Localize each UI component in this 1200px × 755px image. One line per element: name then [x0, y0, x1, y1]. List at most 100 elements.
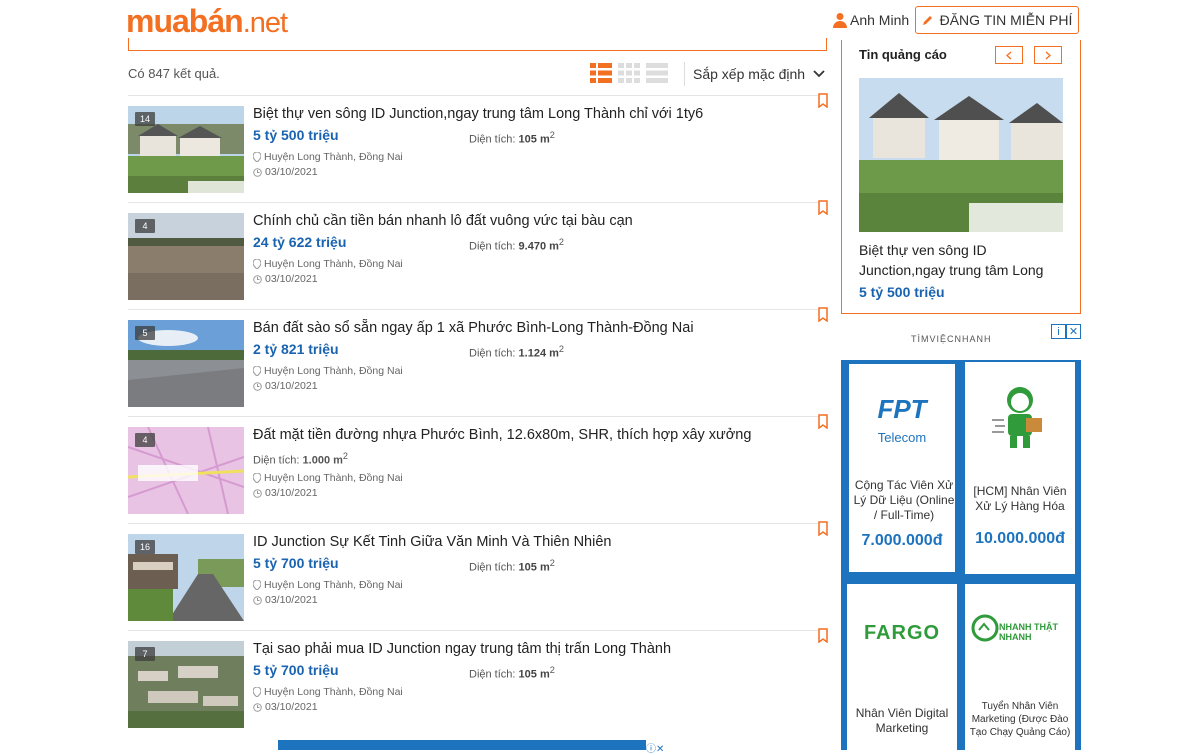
bookmark-icon[interactable] [818, 414, 828, 429]
job-title: [HCM] Nhân Viên Xử Lý Hàng Hóa [973, 484, 1067, 513]
listing-item[interactable]: 4 Đất mặt tiền đường nhựa Phước Bình, 12… [128, 414, 828, 523]
area-unit-sup: 2 [549, 665, 555, 675]
map-pin-icon [253, 473, 261, 483]
location-text: Huyện Long Thành, Đồng Nai [264, 686, 403, 698]
listing-thumbnail[interactable]: 4 [128, 213, 244, 300]
post-free-listing-button[interactable]: ĐĂNG TIN MIỄN PHÍ [915, 6, 1079, 34]
listing-title[interactable]: ID Junction Sự Kết Tinh Giữa Văn Minh Và… [253, 534, 611, 550]
photo-count-badge: 7 [135, 647, 155, 661]
fpt-logo-sub: Telecom [877, 430, 927, 445]
job-title: Tuyển Nhân Viên Marketing (Được Đào Tạo … [969, 701, 1071, 738]
listing-item[interactable]: 14 Biệt thự ven sông ID Junction,ngay tr… [128, 93, 828, 202]
listing-item[interactable]: 4 Chính chủ cần tiền bán nhanh lô đất vu… [128, 200, 828, 309]
user-account-link[interactable]: Anh Minh [833, 12, 909, 28]
date-text: 03/10/2021 [265, 487, 318, 499]
listing-date: 03/10/2021 [253, 273, 318, 285]
ad-close-icon[interactable]: ✕ [1066, 324, 1081, 339]
listing-item[interactable]: 16 ID Junction Sự Kết Tinh Giữa Văn Minh… [128, 521, 828, 630]
area-label: Diện tích: [469, 133, 516, 146]
user-name: Anh Minh [850, 12, 910, 28]
bookmark-icon[interactable] [818, 521, 828, 536]
nhanh-logo: NHANH THẬT NHANH [999, 622, 1058, 642]
listing-price: 5 tỷ 500 triệu [253, 127, 339, 143]
listing-thumbnail[interactable]: 16 [128, 534, 244, 621]
search-panel-edge [128, 38, 827, 51]
photo-count-badge: 4 [135, 433, 155, 447]
logo-tld: .net [242, 7, 288, 39]
chevron-down-icon [813, 70, 825, 78]
job-ad-banner[interactable]: TÌMVIỆCNHANH i ✕ FPT Telecom Cộng Tác Vi… [841, 324, 1081, 750]
toolbar-divider [684, 62, 685, 86]
area-unit-sup: 2 [549, 558, 555, 568]
sponsored-image[interactable] [859, 78, 1063, 232]
list-view-icon[interactable] [590, 63, 612, 83]
compact-view-icon[interactable] [646, 63, 668, 83]
area-label: Diện tích: [469, 240, 516, 253]
ad-brand: TÌMVIỆCNHANH [911, 334, 992, 344]
location-text: Huyện Long Thành, Đồng Nai [264, 365, 403, 377]
area-unit-sup: 2 [549, 130, 555, 140]
date-text: 03/10/2021 [265, 380, 318, 392]
ad-info-icon[interactable]: i [1051, 324, 1066, 339]
area-value: 1.124 m [518, 347, 559, 360]
bookmark-icon[interactable] [818, 628, 828, 643]
view-mode-switcher [590, 63, 668, 83]
listing-thumbnail[interactable]: 7 [128, 641, 244, 728]
job-card[interactable]: FARGO Nhân Viên Digital Marketing [847, 584, 957, 750]
listing-date: 03/10/2021 [253, 487, 318, 499]
job-card[interactable]: [HCM] Nhân Viên Xử Lý Hàng Hóa 10.000.00… [965, 362, 1075, 574]
listing-thumbnail[interactable]: 4 [128, 427, 244, 514]
listing-title[interactable]: Bán đất sào sổ sẵn ngay ấp 1 xã Phước Bì… [253, 320, 694, 336]
fpt-logo: FPT [877, 394, 927, 424]
listing-thumbnail[interactable]: 5 [128, 320, 244, 407]
bottom-ad-close-icon[interactable]: ⓘ✕ [646, 740, 664, 755]
listing-area: Diện tích: 1.124 m2 [469, 344, 564, 360]
clock-icon [253, 167, 262, 177]
listing-date: 03/10/2021 [253, 701, 318, 713]
fargo-logo: FARGO [863, 622, 941, 644]
listing-title[interactable]: Tại sao phải mua ID Junction ngay trung … [253, 641, 671, 657]
listing-date: 03/10/2021 [253, 594, 318, 606]
map-pin-icon [253, 687, 261, 697]
date-text: 03/10/2021 [265, 701, 318, 713]
listing-area: Diện tích: 9.470 m2 [469, 237, 564, 253]
bookmark-icon[interactable] [818, 307, 828, 322]
job-card[interactable]: NHANH THẬT NHANH Tuyển Nhân Viên Marketi… [965, 584, 1075, 750]
bottom-ad-banner[interactable] [278, 740, 646, 750]
grid-view-icon[interactable] [618, 63, 640, 83]
job-title: Cộng Tác Viên Xử Lý Dữ Liệu (Online / Fu… [853, 478, 955, 522]
listing-date: 03/10/2021 [253, 380, 318, 392]
area-value: 105 m [518, 668, 550, 681]
listing-location: Huyện Long Thành, Đồng Nai [253, 472, 403, 484]
clock-icon [253, 488, 262, 498]
next-button[interactable] [1034, 46, 1062, 64]
listing-title[interactable]: Biệt thự ven sông ID Junction,ngay trung… [253, 106, 703, 122]
clock-icon [253, 381, 262, 391]
listing-title[interactable]: Chính chủ cần tiền bán nhanh lô đất vuôn… [253, 213, 633, 229]
photo-count-badge: 5 [135, 326, 155, 340]
bookmark-icon[interactable] [818, 93, 828, 108]
photo-count-badge: 16 [135, 540, 155, 554]
job-salary: 7.000.000đ [861, 532, 943, 549]
area-unit-sup: 2 [342, 451, 348, 461]
prev-button[interactable] [995, 46, 1023, 64]
area-unit-sup: 2 [558, 344, 564, 354]
listing-location: Huyện Long Thành, Đồng Nai [253, 365, 403, 377]
sort-dropdown[interactable]: Sắp xếp mặc định [693, 66, 825, 82]
date-text: 03/10/2021 [265, 273, 318, 285]
bookmark-icon[interactable] [818, 200, 828, 215]
clock-icon [253, 702, 262, 712]
sponsored-listing-title[interactable]: Biệt thự ven sông ID Junction,ngay trung… [859, 240, 1059, 280]
listing-item[interactable]: 5 Bán đất sào sổ sẵn ngay ấp 1 xã Phước … [128, 307, 828, 416]
site-logo[interactable]: muabán.net [126, 3, 288, 40]
listing-item[interactable]: 7 Tại sao phải mua ID Junction ngay trun… [128, 628, 828, 737]
date-text: 03/10/2021 [265, 594, 318, 606]
job-card[interactable]: FPT Telecom Cộng Tác Viên Xử Lý Dữ Liệu … [847, 362, 957, 574]
listing-thumbnail[interactable]: 14 [128, 106, 244, 193]
listing-area: Diện tích: 1.000 m2 [253, 451, 348, 467]
result-count: Có 847 kết quả. [128, 66, 220, 81]
sort-label: Sắp xếp mặc định [693, 66, 806, 82]
listing-location: Huyện Long Thành, Đồng Nai [253, 258, 403, 270]
listing-title[interactable]: Đất mặt tiền đường nhựa Phước Bình, 12.6… [253, 427, 751, 443]
map-pin-icon [253, 580, 261, 590]
